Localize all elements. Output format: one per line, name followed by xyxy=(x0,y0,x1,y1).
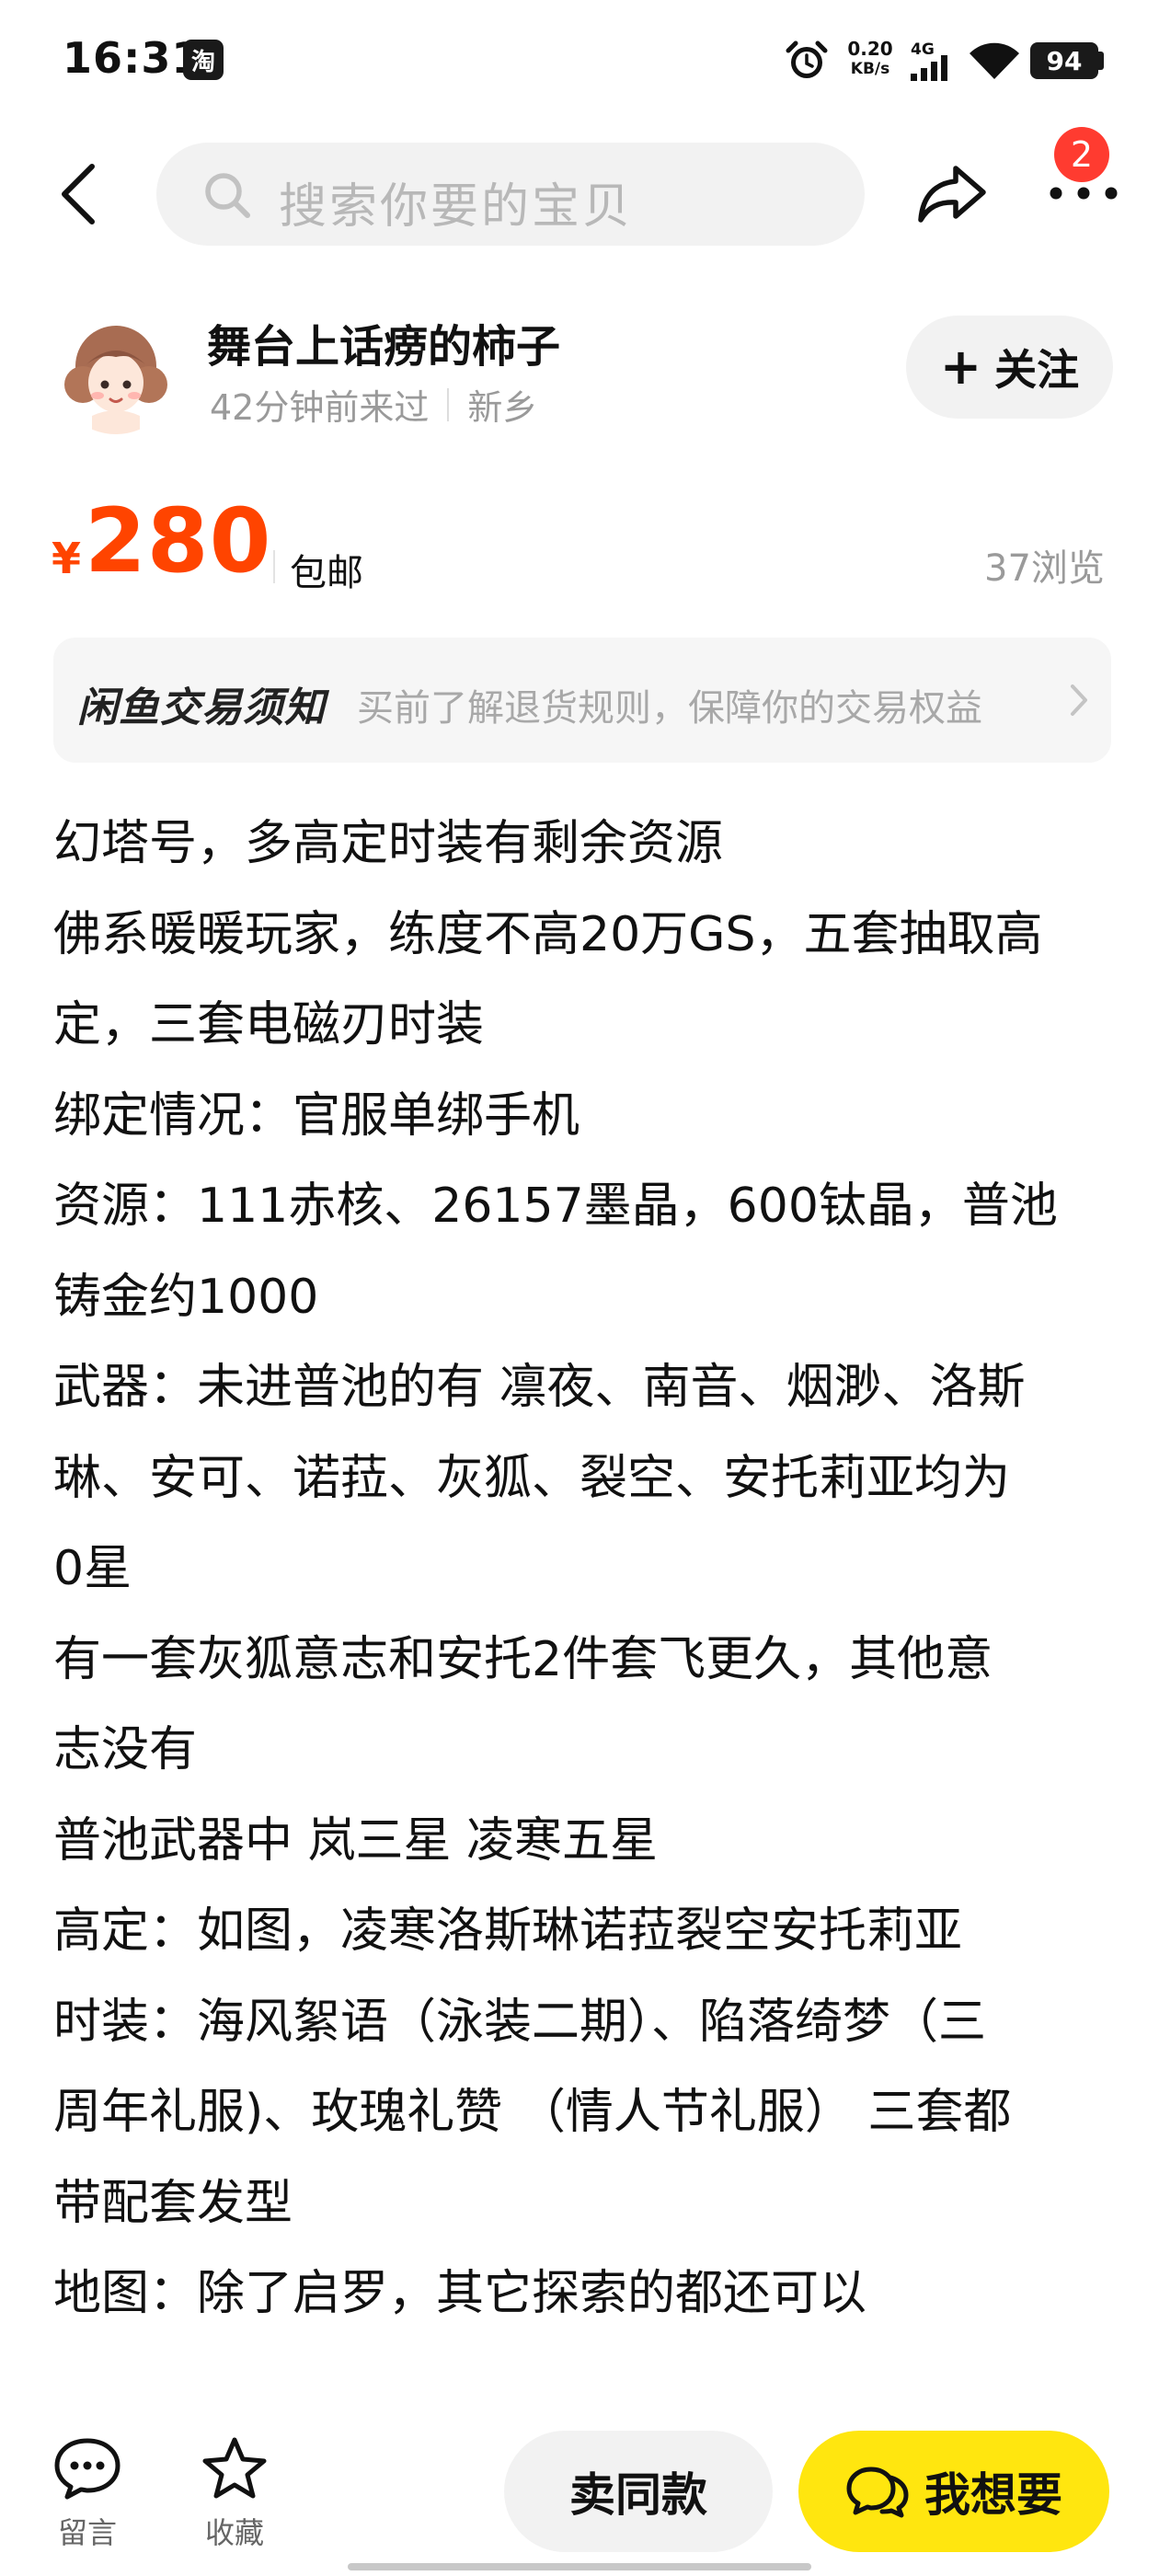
battery-tip xyxy=(1098,52,1104,70)
description-line: 铸金约1000 xyxy=(53,1269,319,1325)
item-description: 幻塔号，多高定时装有剩余资源 佛系暖暖玩家，练度不高20万GS，五套抽取高 定，… xyxy=(53,799,1120,2340)
description-line: 高定：如图，凌寒洛斯琳诺菈裂空安托莉亚 xyxy=(53,1903,963,1959)
notification-badge: 2 xyxy=(1054,127,1109,182)
sell-similar-label: 卖同款 xyxy=(569,2468,707,2522)
star-icon xyxy=(202,2437,267,2499)
home-indicator[interactable] xyxy=(348,2563,811,2570)
more-dots-icon[interactable] xyxy=(1047,179,1120,207)
notice-title: 闲鱼交易须知 xyxy=(77,684,326,731)
description-line: 幻塔号，多高定时装有剩余资源 xyxy=(53,816,724,871)
seller-location: 新乡 xyxy=(467,387,538,428)
description-line: 佛系暖暖玩家，练度不高20万GS，五套抽取高 xyxy=(53,906,1043,962)
follow-button[interactable]: + 关注 xyxy=(906,316,1113,419)
search-input[interactable]: 搜索你要的宝贝 xyxy=(156,143,865,246)
description-line: 有一套灰狐意志和安托2件套飞更久，其他意 xyxy=(53,1631,993,1687)
price-divider xyxy=(273,550,275,583)
description-line: 0星 xyxy=(53,1541,132,1596)
price-currency: ¥ xyxy=(52,534,82,583)
want-label: 我想要 xyxy=(924,2468,1062,2522)
signal-icon xyxy=(911,55,947,81)
last-visit-text: 42分钟前来过 xyxy=(210,387,430,428)
seller-avatar[interactable] xyxy=(55,313,177,434)
notice-text: 买前了解退货规则，保障你的交易权益 xyxy=(357,687,982,730)
net-speed: 0.20 KB/s xyxy=(842,39,899,79)
chevron-right-icon xyxy=(1071,684,1087,716)
description-line: 武器：未进普池的有 凛夜、南音、烟渺、洛斯 xyxy=(53,1360,1026,1415)
description-line: 时装：海风絮语（泳装二期）、陷落绮梦（三 xyxy=(53,1994,987,2050)
description-line: 资源：111赤核、26157墨晶，600钛晶，普池 xyxy=(53,1179,1058,1234)
share-icon[interactable] xyxy=(915,161,989,225)
seller-name[interactable]: 舞台上话痨的柿子 xyxy=(207,310,560,374)
price-value: 280 xyxy=(85,489,272,592)
notice-fade xyxy=(1001,638,1074,763)
net-speed-unit: KB/s xyxy=(850,60,890,78)
avatar-illustration xyxy=(55,313,177,434)
alarm-icon xyxy=(786,40,828,78)
comment-button[interactable]: 留言 xyxy=(32,2436,143,2552)
shipping-label: 包邮 xyxy=(290,552,363,594)
status-bar: 16:31 淘 0.20 KB/s 4G 94 xyxy=(0,0,1159,124)
follow-label: 关注 xyxy=(994,345,1080,395)
net-speed-value: 0.20 xyxy=(847,38,893,60)
back-arrow-icon[interactable] xyxy=(55,161,101,227)
status-time: 16:31 xyxy=(63,33,202,83)
want-button[interactable]: 我想要 xyxy=(798,2431,1109,2552)
taobao-app-icon: 淘 xyxy=(183,40,224,80)
description-line: 带配套发型 xyxy=(53,2175,293,2231)
wifi-icon xyxy=(970,42,1019,79)
description-line: 琳、安可、诺菈、灰狐、裂空、安托莉亚均为 xyxy=(53,1450,1011,1506)
description-line: 定，三套电磁刃时装 xyxy=(53,997,485,1052)
view-count: 37浏览 xyxy=(984,547,1105,590)
seller-meta: 42分钟前来过 新乡 xyxy=(210,379,537,430)
plus-icon: + xyxy=(939,338,982,396)
description-line: 志没有 xyxy=(53,1722,198,1777)
sell-similar-button[interactable]: 卖同款 xyxy=(504,2431,773,2552)
description-line: 绑定情况：官服单绑手机 xyxy=(53,1087,580,1144)
description-line: 普池武器中 岚三星 凌寒五星 xyxy=(53,1812,659,1869)
comment-label: 留言 xyxy=(57,2515,117,2550)
search-placeholder: 搜索你要的宝贝 xyxy=(279,179,634,235)
battery-indicator: 94 xyxy=(1030,42,1098,79)
description-line: 地图：除了启罗，其它探索的都还可以 xyxy=(53,2266,867,2321)
description-line: 周年礼服)、玫瑰礼赞 （情人节礼服） 三套都 xyxy=(53,2085,1012,2140)
search-icon xyxy=(205,173,250,218)
comment-icon xyxy=(54,2438,120,2500)
chat-bubbles-icon xyxy=(846,2467,909,2518)
trade-notice-banner[interactable]: 闲鱼交易须知 买前了解退货规则，保障你的交易权益 xyxy=(53,638,1111,763)
meta-divider xyxy=(447,387,450,421)
favorite-button[interactable]: 收藏 xyxy=(179,2436,290,2552)
favorite-label: 收藏 xyxy=(204,2515,264,2550)
